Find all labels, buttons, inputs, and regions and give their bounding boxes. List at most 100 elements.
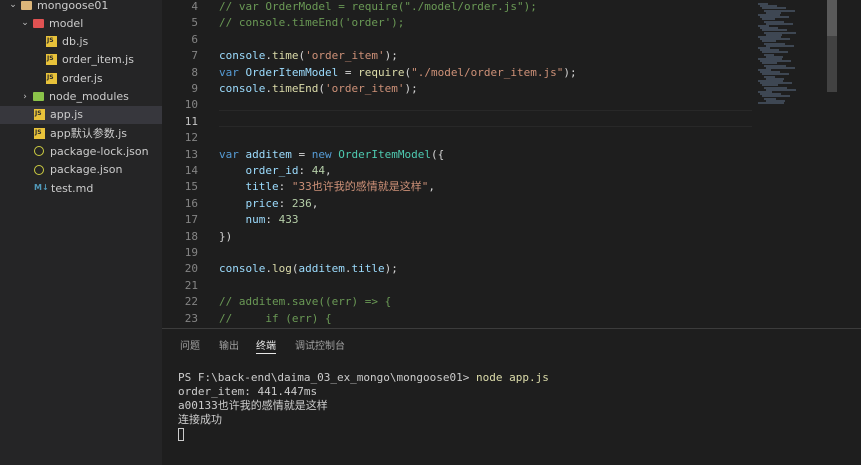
code-line[interactable]: 8 var OrderItemModel = require("./model/o… xyxy=(162,65,752,81)
code-token: console xyxy=(219,82,266,95)
code-token: // console.timeEnd('order'); xyxy=(219,16,405,30)
code-token: 'order_item' xyxy=(305,49,385,63)
tab-output[interactable]: 输出 xyxy=(219,337,239,353)
terminal-prompt: PS F:\back-end\daima_03_ex_mongo\mongoos… xyxy=(178,371,477,384)
code-line[interactable]: 5 // console.timeEnd('order'); xyxy=(162,15,752,31)
line-number: 16 xyxy=(184,196,198,210)
code-line[interactable]: 7 console.time('order_item'); xyxy=(162,48,752,64)
code-line[interactable]: 13 var additem = new OrderItemModel({ xyxy=(162,147,752,163)
code-line[interactable]: 6 xyxy=(162,32,752,48)
js-file-icon xyxy=(46,72,57,84)
explorer-item-label: mongoose01 xyxy=(37,0,109,12)
code-token: additem xyxy=(298,262,345,276)
code-token: num xyxy=(245,213,266,227)
code-token: timeEnd xyxy=(271,82,319,95)
code-token: 44 xyxy=(311,164,325,177)
code-line[interactable]: 21 xyxy=(162,278,752,294)
code-token: order_id xyxy=(245,164,299,177)
js-file-icon xyxy=(34,127,45,139)
json-file-icon xyxy=(34,164,44,175)
js-file-icon xyxy=(46,54,57,66)
code-token: ( xyxy=(318,82,325,95)
code-line[interactable]: 10 xyxy=(162,97,752,113)
line-number: 20 xyxy=(184,262,198,276)
code-line[interactable]: 14 order_id: 44, xyxy=(162,163,752,179)
tab-debug-console[interactable]: 调试控制台 xyxy=(295,337,345,353)
line-number: 13 xyxy=(184,147,198,161)
line-number: 14 xyxy=(184,164,198,177)
terminal-output-line: 连接成功 xyxy=(178,413,222,426)
code-token: , xyxy=(428,180,435,194)
minimap[interactable] xyxy=(754,0,826,110)
explorer-item[interactable]: package-lock.json xyxy=(0,142,162,160)
terminal-cursor xyxy=(178,428,184,441)
line-number: 5 xyxy=(191,16,198,30)
explorer-item[interactable]: db.js xyxy=(0,33,162,51)
code-token: : xyxy=(298,164,312,177)
editor-scrollbar[interactable] xyxy=(826,0,838,328)
tab-terminal[interactable]: 终端 xyxy=(256,337,276,354)
folder-icon xyxy=(33,92,44,101)
explorer-item[interactable]: package.json xyxy=(0,161,162,179)
code-line[interactable]: 11 xyxy=(162,114,752,130)
explorer-item-label: db.js xyxy=(62,35,89,49)
code-line[interactable]: 4 // var OrderModel = require("./model/or… xyxy=(162,0,752,15)
chevron-right-icon[interactable]: › xyxy=(20,92,30,102)
minimap-line xyxy=(758,102,784,104)
terminal-output-line: order_item: 441.447ms xyxy=(178,385,318,398)
code-line[interactable]: 15 title: "33也许我的感情就是这样", xyxy=(162,179,752,195)
explorer-item[interactable]: ⌄ model xyxy=(0,14,162,32)
code-line[interactable]: 19 xyxy=(162,245,752,261)
code-line[interactable]: 22 // additem.save((err) => { xyxy=(162,294,752,310)
code-token: , xyxy=(311,196,319,210)
explorer-item[interactable]: ⌄ mongoose01 xyxy=(0,0,162,14)
code-line[interactable]: 12 xyxy=(162,130,752,146)
explorer-item[interactable]: order.js xyxy=(0,69,162,87)
code-token: title xyxy=(351,262,385,276)
terminal-command-line[interactable]: PS F:\back-end\daima_03_ex_mongo\mongoos… xyxy=(178,371,549,385)
code-token: = xyxy=(291,147,312,161)
explorer-item[interactable]: app默认参数.js xyxy=(0,124,162,142)
chevron-down-icon[interactable]: ⌄ xyxy=(20,18,30,28)
code-line[interactable]: 17 num: 433 xyxy=(162,212,752,228)
tab-problems[interactable]: 问题 xyxy=(180,337,200,353)
code-token: var xyxy=(219,147,246,161)
code-line[interactable]: 9 console.timeEnd('order_item'); xyxy=(162,81,752,97)
scrollbar-thumb-highlight[interactable] xyxy=(827,0,837,36)
code-token: "./model/order_item.js" xyxy=(411,65,564,79)
code-token: , xyxy=(324,164,332,177)
explorer-item[interactable]: › node_modules xyxy=(0,88,162,106)
line-number: 12 xyxy=(184,131,198,145)
code-token: . xyxy=(265,49,272,63)
code-token: 'order_item' xyxy=(324,82,405,95)
code-token: . xyxy=(265,82,272,95)
code-token: ({ xyxy=(430,147,445,161)
line-number: 6 xyxy=(191,32,198,46)
line-number: 7 xyxy=(191,49,198,63)
line-number: 23 xyxy=(184,311,198,325)
chevron-down-icon[interactable]: ⌄ xyxy=(8,0,18,10)
explorer-item-label: package.json xyxy=(50,163,123,177)
terminal-output-line: a00133也许我的感情就是这样 xyxy=(178,399,328,412)
minimap-line xyxy=(766,22,793,25)
bottom-panel: 问题 输出 终端 调试控制台 PS F:\back-end\daima_03_e… xyxy=(162,328,861,465)
code-token: // var OrderModel = require("./model/ord… xyxy=(219,0,537,13)
explorer-sidebar: ⌄ mongoose01 ⌄ model db.js order_item.jsorder… xyxy=(0,0,162,465)
code-token: "33也许我的感情就是这样" xyxy=(291,180,429,194)
code-line[interactable]: 23 // if (err) { xyxy=(162,311,752,327)
line-number: 11 xyxy=(184,114,198,128)
code-token: // if (err) { xyxy=(219,311,332,325)
code-line[interactable]: 18}) xyxy=(162,229,752,245)
code-line[interactable]: 16 price: 236, xyxy=(162,196,752,212)
code-token: ); xyxy=(404,82,418,95)
markdown-file-icon: M↓ xyxy=(34,182,49,192)
code-token: 236 xyxy=(291,196,312,210)
explorer-item[interactable]: M↓ test.md xyxy=(0,179,162,197)
code-editor[interactable]: 4 // var OrderModel = require("./model/or… xyxy=(162,0,861,328)
folder-open-icon xyxy=(21,0,32,10)
code-line[interactable]: 20 console.log(additem.title); xyxy=(162,261,752,277)
explorer-item[interactable]: app.js xyxy=(0,105,162,124)
explorer-item[interactable]: order_item.js xyxy=(0,51,162,69)
line-number: 19 xyxy=(184,246,198,259)
code-token: }) xyxy=(219,229,233,243)
